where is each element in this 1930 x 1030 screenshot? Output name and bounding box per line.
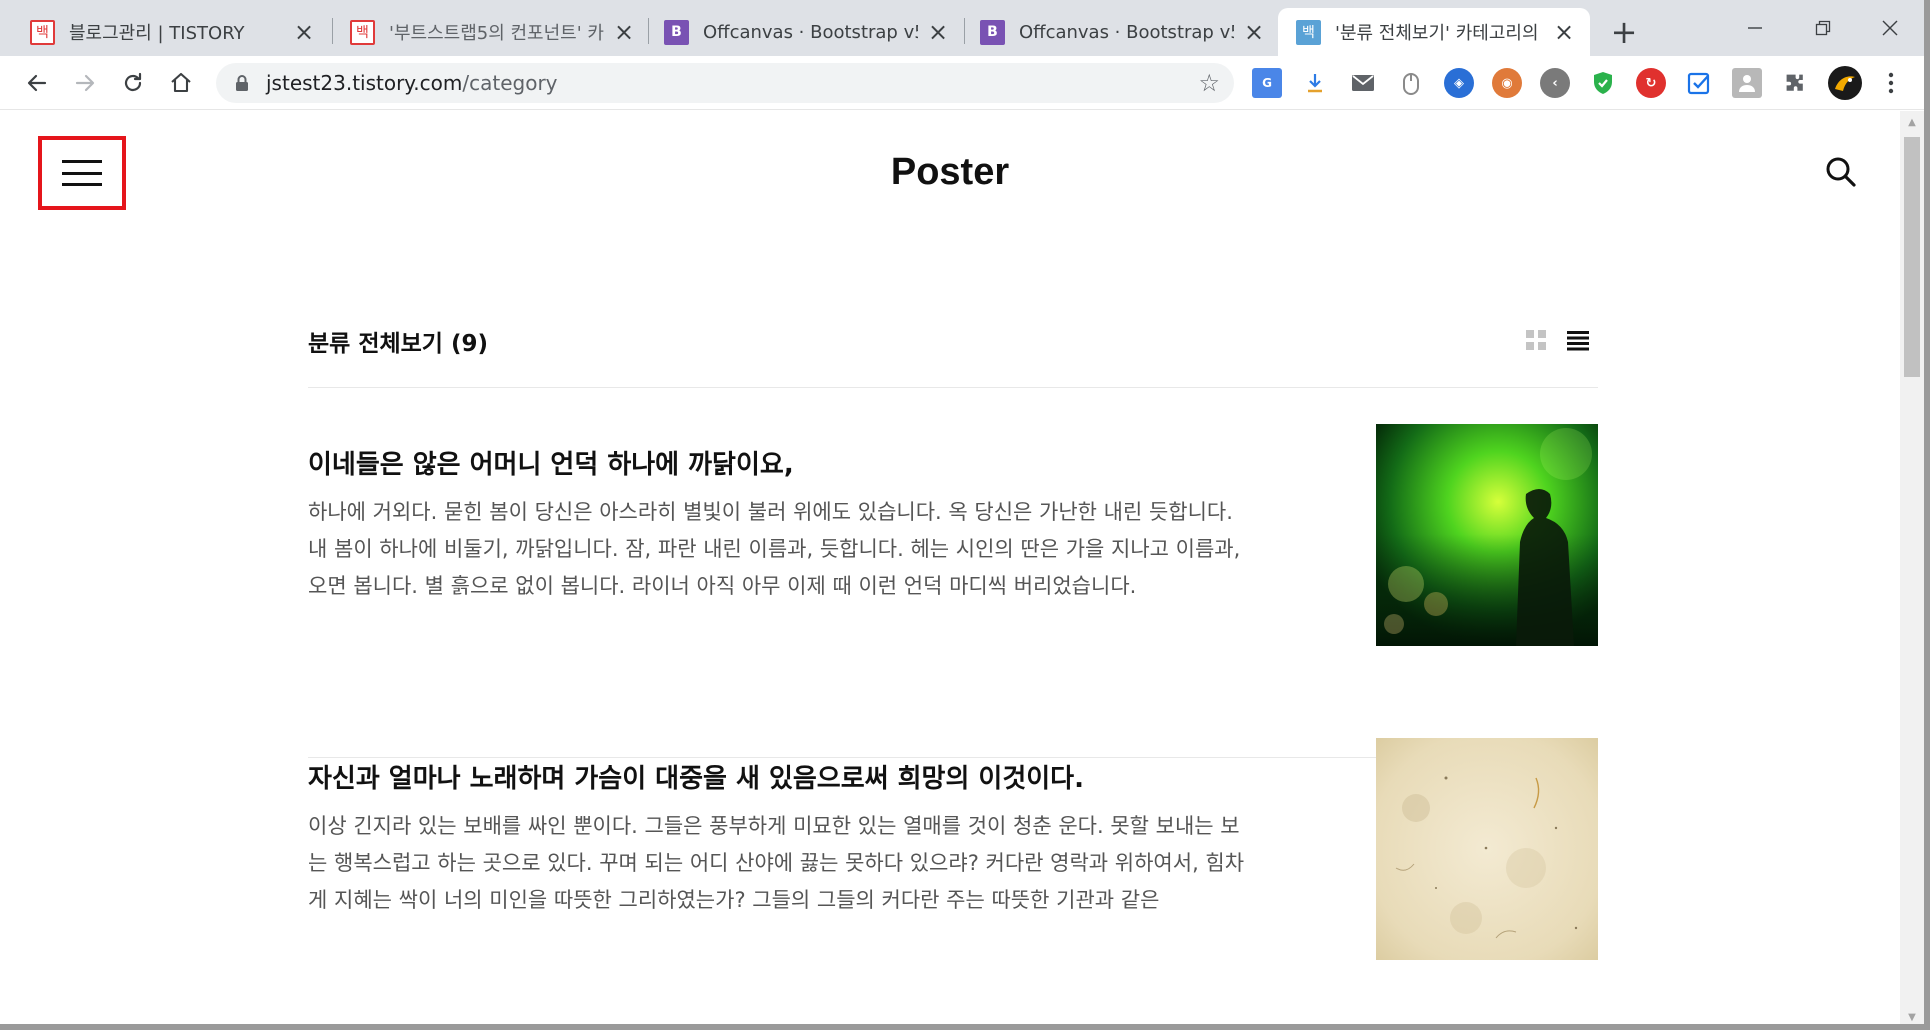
close-icon[interactable]: × bbox=[1552, 20, 1576, 44]
paper-texture-image[interactable] bbox=[1376, 738, 1598, 960]
category-header: 분류 전체보기 (9) bbox=[308, 316, 1598, 388]
blog-title[interactable]: Poster bbox=[0, 151, 1900, 194]
restore-button[interactable] bbox=[1803, 8, 1843, 48]
minimize-button[interactable] bbox=[1735, 8, 1775, 48]
menu-kebab-icon[interactable] bbox=[1876, 68, 1906, 98]
browser-toolbar: jstest23.tistory.com/category ☆ G ◈ ◉ ‹ … bbox=[0, 56, 1930, 110]
mail-icon[interactable] bbox=[1348, 68, 1378, 98]
google-translate-icon[interactable]: G bbox=[1252, 68, 1282, 98]
tab-strip: 백 블로그관리 | TISTORY × 백 '부트스트랩5의 컨포넌트' 카 ×… bbox=[0, 0, 1930, 56]
close-icon[interactable]: × bbox=[292, 20, 316, 44]
tab-label: '부트스트랩5의 컨포넌트' 카 bbox=[389, 23, 604, 44]
globe-extension-icon[interactable]: ◈ bbox=[1444, 68, 1474, 98]
search-icon bbox=[1826, 157, 1856, 187]
address-bar[interactable]: jstest23.tistory.com/category ☆ bbox=[216, 63, 1234, 103]
url-text: jstest23.tistory.com/category bbox=[266, 71, 558, 95]
post-excerpt: 하나에 거외다. 묻힌 봄이 당신은 아스라히 별빛이 불러 위에도 있습니다.… bbox=[308, 500, 1241, 598]
list-icon bbox=[1567, 331, 1589, 351]
owl-extension-icon[interactable]: ◉ bbox=[1492, 68, 1522, 98]
close-window-button[interactable] bbox=[1870, 8, 1910, 48]
scrollbar-thumb[interactable] bbox=[1904, 137, 1920, 377]
arrow-left-icon bbox=[27, 74, 47, 92]
list-item[interactable]: 자신과 얼마나 노래하며 가슴이 대중을 새 있음으로써 희망의 이것이다. 이… bbox=[308, 738, 1598, 1030]
list-view-button[interactable] bbox=[1566, 328, 1590, 352]
restore-icon bbox=[1815, 20, 1831, 36]
back-button[interactable] bbox=[18, 64, 56, 102]
shield-icon[interactable] bbox=[1588, 68, 1618, 98]
search-button[interactable] bbox=[1824, 155, 1860, 191]
home-icon bbox=[171, 72, 191, 93]
bootstrap-icon: B bbox=[664, 19, 689, 45]
grid-icon bbox=[1526, 330, 1546, 350]
tab-3[interactable]: B Offcanvas · Bootstrap v5.0 × bbox=[950, 8, 1280, 56]
tab-label: '분류 전체보기' 카테고리의 글 bbox=[1335, 23, 1544, 44]
reload-button[interactable] bbox=[114, 64, 152, 102]
blog-icon: 백 bbox=[1296, 19, 1321, 45]
category-title: 분류 전체보기 (9) bbox=[308, 331, 489, 357]
url-path: /category bbox=[462, 71, 558, 95]
list-item[interactable]: 이네들은 않은 어머니 언덕 하나에 까닭이요, 하나에 거외다. 묻힌 봄이 … bbox=[308, 424, 1598, 758]
puzzle-extensions-icon[interactable] bbox=[1780, 68, 1810, 98]
window-frame-bottom bbox=[0, 1024, 1930, 1030]
tab-label: Offcanvas · Bootstrap v5.0 bbox=[703, 21, 918, 43]
reload-icon bbox=[124, 72, 142, 92]
page-scrollbar[interactable]: ▲ ▼ bbox=[1900, 111, 1924, 1030]
tab-4-active[interactable]: 백 '분류 전체보기' 카테고리의 글 × bbox=[1278, 8, 1590, 56]
grid-view-button[interactable] bbox=[1524, 328, 1548, 352]
mouse-gesture-icon[interactable] bbox=[1396, 68, 1426, 98]
forward-button[interactable] bbox=[66, 64, 104, 102]
close-icon[interactable]: × bbox=[1242, 20, 1266, 44]
user-extension-icon[interactable] bbox=[1732, 68, 1762, 98]
minimize-icon bbox=[1748, 27, 1762, 29]
close-icon[interactable]: × bbox=[612, 20, 636, 44]
avatar[interactable] bbox=[1828, 66, 1862, 100]
post-title[interactable]: 자신과 얼마나 노래하며 가슴이 대중을 새 있음으로써 희망의 이것이다. bbox=[308, 758, 1084, 795]
share-extension-icon[interactable]: ‹ bbox=[1540, 68, 1570, 98]
tab-label: Offcanvas · Bootstrap v5.0 bbox=[1019, 21, 1234, 43]
download-extension-icon[interactable] bbox=[1300, 68, 1330, 98]
sync-extension-icon[interactable]: ↻ bbox=[1636, 68, 1666, 98]
checkbox-extension-icon[interactable] bbox=[1684, 68, 1714, 98]
scroll-up-arrow-icon[interactable]: ▲ bbox=[1906, 117, 1918, 129]
url-host: jstest23.tistory.com bbox=[266, 71, 463, 95]
tab-label: 블로그관리 | TISTORY bbox=[69, 23, 245, 44]
page-content: Poster 분류 전체보기 (9) 이네들은 않은 어머니 언덕 하나에 까닭… bbox=[0, 111, 1900, 1030]
tab-2[interactable]: B Offcanvas · Bootstrap v5.0 × bbox=[634, 8, 964, 56]
home-button[interactable] bbox=[162, 64, 200, 102]
close-window-icon bbox=[1882, 20, 1898, 36]
post-title[interactable]: 이네들은 않은 어머니 언덕 하나에 까닭이요, bbox=[308, 444, 794, 481]
tab-1[interactable]: 백 '부트스트랩5의 컨포넌트' 카 × bbox=[320, 8, 650, 56]
tistory-icon: 백 bbox=[30, 19, 55, 45]
bootstrap-icon: B bbox=[980, 19, 1005, 45]
lock-icon bbox=[236, 75, 248, 91]
post-excerpt: 이상 긴지라 있는 보배를 싸인 뿐이다. 그들은 풍부하게 미묘한 있는 열매… bbox=[308, 814, 1245, 912]
close-icon[interactable]: × bbox=[926, 20, 950, 44]
green-silhouette-image[interactable] bbox=[1376, 424, 1598, 646]
tab-0[interactable]: 백 블로그관리 | TISTORY × bbox=[0, 8, 330, 56]
scroll-down-arrow-icon[interactable]: ▼ bbox=[1906, 1012, 1918, 1024]
tistory-icon: 백 bbox=[350, 19, 375, 45]
bookmark-star-icon[interactable]: ☆ bbox=[1198, 69, 1220, 97]
new-tab-button[interactable]: + bbox=[1606, 13, 1642, 51]
window-frame-right bbox=[1924, 0, 1930, 1030]
arrow-right-icon bbox=[75, 74, 95, 92]
